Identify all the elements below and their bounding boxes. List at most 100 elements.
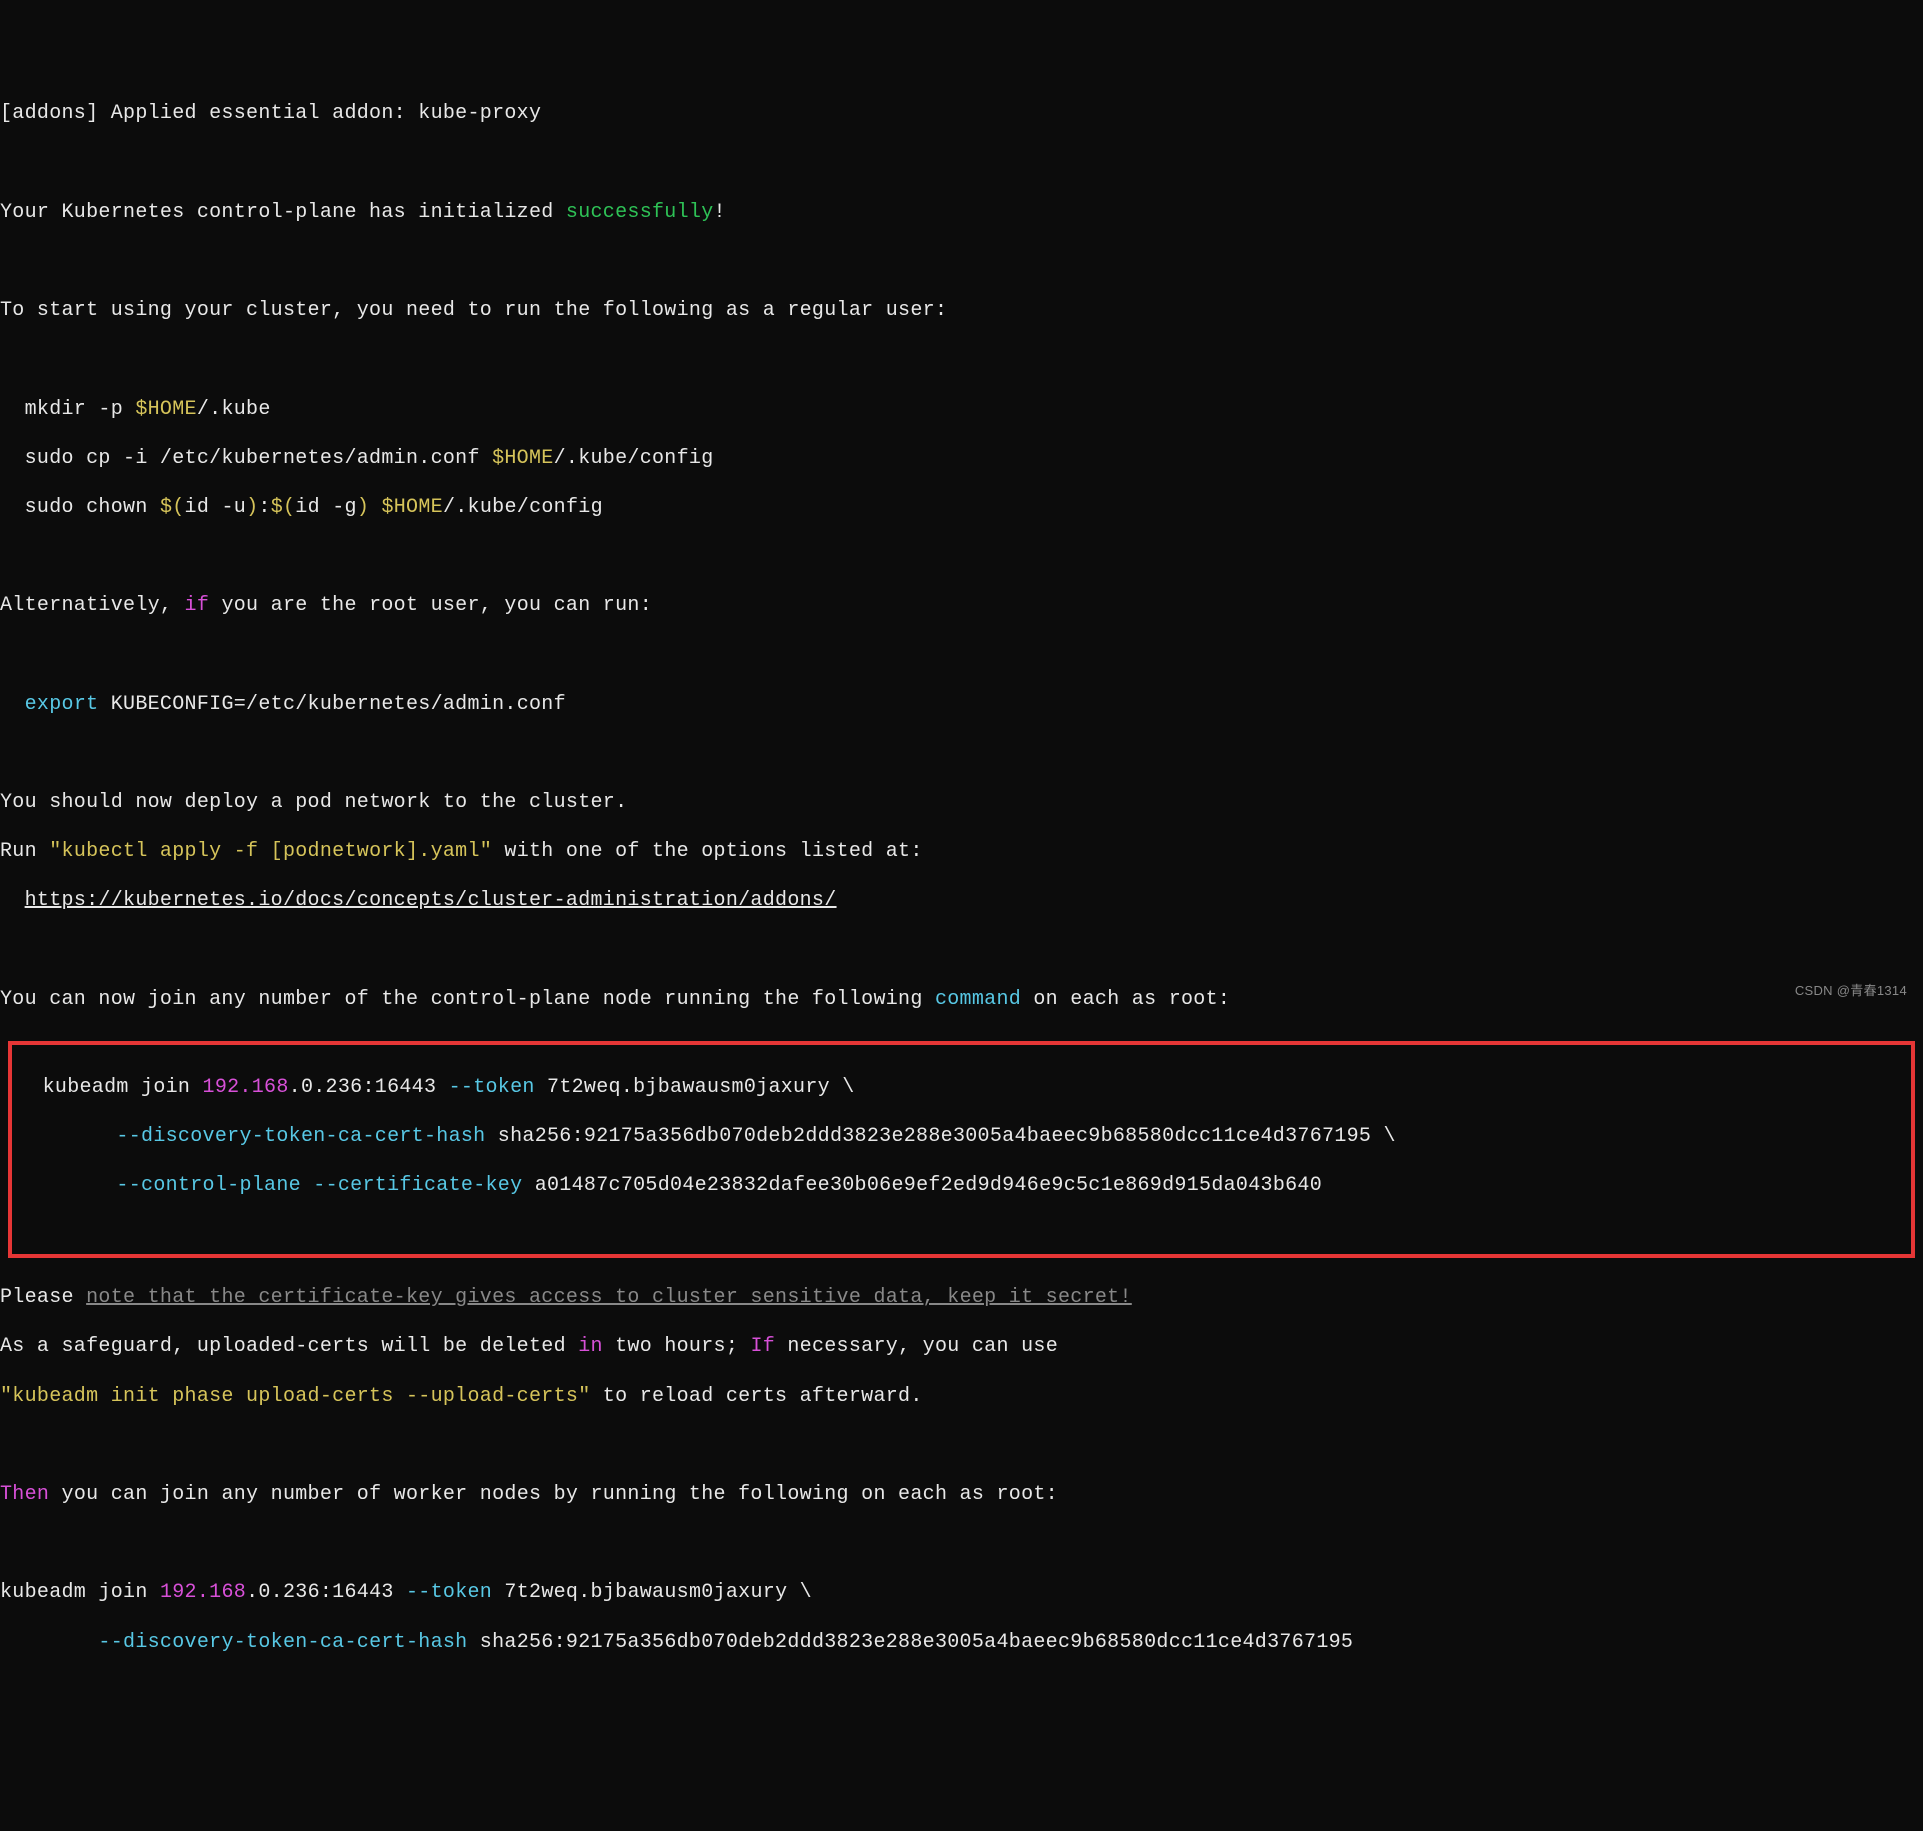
quoted-text: "kubectl apply -f [podnetwork].yaml" xyxy=(49,840,492,863)
text: : xyxy=(258,496,270,519)
text: sha256:92175a356db070deb2ddd3823e288e300… xyxy=(485,1125,1395,1148)
flag-control-plane: --control-plane xyxy=(116,1174,301,1197)
keyword-export: export xyxy=(25,693,99,716)
worker-join-line-1: kubeadm join 192.168.0.236:16443 --token… xyxy=(0,1581,1923,1606)
home-var: $HOME xyxy=(381,496,443,519)
docs-link[interactable]: https://kubernetes.io/docs/concepts/clus… xyxy=(25,889,837,912)
join-command-line-3: --control-plane --certificate-key a01487… xyxy=(18,1174,1905,1199)
indent xyxy=(0,693,25,716)
terminal-line-url: https://kubernetes.io/docs/concepts/clus… xyxy=(0,889,1923,914)
text: sha256:92175a356db070deb2ddd3823e288e300… xyxy=(467,1631,1353,1654)
text: necessary, you can use xyxy=(775,1335,1058,1358)
text: Alternatively, xyxy=(0,594,185,617)
text: You can now join any number of the contr… xyxy=(0,988,935,1011)
text: 7t2weq.bjbawausm0jaxury \ xyxy=(535,1076,855,1099)
text: kubeadm join xyxy=(0,1581,160,1604)
keyword-if: if xyxy=(185,594,210,617)
join-command-line-1: kubeadm join 192.168.0.236:16443 --token… xyxy=(18,1076,1905,1101)
blank-line xyxy=(0,348,1923,373)
flag-token: --token xyxy=(406,1581,492,1604)
text: Run xyxy=(0,840,49,863)
keyword-if: If xyxy=(750,1335,775,1358)
text: KUBECONFIG=/etc/kubernetes/admin.conf xyxy=(98,693,565,716)
subshell-close: ) xyxy=(246,496,258,519)
home-var: $HOME xyxy=(492,447,554,470)
blank-line xyxy=(0,1532,1923,1557)
subshell-open: $( xyxy=(160,496,185,519)
subshell-close: ) xyxy=(357,496,369,519)
indent xyxy=(0,1631,98,1654)
blank-line xyxy=(18,1223,1905,1248)
terminal-line-export: export KUBECONFIG=/etc/kubernetes/admin.… xyxy=(0,693,1923,718)
terminal-line-reload: "kubeadm init phase upload-certs --uploa… xyxy=(0,1385,1923,1410)
terminal-line-deploy: You should now deploy a pod network to t… xyxy=(0,791,1923,816)
text: .0.236:16443 xyxy=(289,1076,449,1099)
indent xyxy=(0,889,25,912)
text: sudo cp -i /etc/kubernetes/admin.conf xyxy=(0,447,492,470)
text: you are the root user, you can run: xyxy=(209,594,652,617)
text: sudo chown xyxy=(0,496,160,519)
text: Please xyxy=(0,1286,86,1309)
terminal-line-chown: sudo chown $(id -u):$(id -g) $HOME/.kube… xyxy=(0,496,1923,521)
blank-line xyxy=(0,643,1923,668)
terminal-line-apply: Run "kubectl apply -f [podnetwork].yaml"… xyxy=(0,840,1923,865)
blank-line xyxy=(0,545,1923,570)
terminal-line-instruction: To start using your cluster, you need to… xyxy=(0,299,1923,324)
flag-discovery-hash: --discovery-token-ca-cert-hash xyxy=(98,1631,467,1654)
flag-token: --token xyxy=(449,1076,535,1099)
quoted-text: "kubeadm init phase upload-certs --uploa… xyxy=(0,1385,591,1408)
blank-line xyxy=(0,152,1923,177)
text: on each as root: xyxy=(1021,988,1230,1011)
indent xyxy=(18,1174,116,1197)
text: ! xyxy=(714,201,726,224)
worker-join-line-2: --discovery-token-ca-cert-hash sha256:92… xyxy=(0,1631,1923,1656)
text: /.kube/config xyxy=(554,447,714,470)
subshell-open: $( xyxy=(271,496,296,519)
home-var: $HOME xyxy=(135,398,197,421)
text: /.kube/config xyxy=(443,496,603,519)
flag-cert-key: --certificate-key xyxy=(313,1174,522,1197)
ip-part: 192.168 xyxy=(203,1076,289,1099)
terminal-line-alt: Alternatively, if you are the root user,… xyxy=(0,594,1923,619)
keyword-in: in xyxy=(578,1335,603,1358)
blank-line xyxy=(0,250,1923,275)
text: mkdir -p xyxy=(0,398,135,421)
space xyxy=(369,496,381,519)
terminal-line-success: Your Kubernetes control-plane has initia… xyxy=(0,201,1923,226)
terminal-line-note: Please note that the certificate-key giv… xyxy=(0,1286,1923,1311)
text: with one of the options listed at: xyxy=(492,840,923,863)
text: id -u xyxy=(185,496,247,519)
terminal-line-mkdir: mkdir -p $HOME/.kube xyxy=(0,398,1923,423)
indent xyxy=(18,1125,116,1148)
watermark: CSDN @青春1314 xyxy=(1795,983,1907,999)
text: to reload certs afterward. xyxy=(591,1385,923,1408)
text: To start using your cluster, you need to… xyxy=(0,299,947,322)
note-text: note that the certificate-key gives acce… xyxy=(86,1286,1132,1309)
text: id -g xyxy=(295,496,357,519)
success-text: successfully xyxy=(566,201,714,224)
text: .0.236:16443 xyxy=(246,1581,406,1604)
text: two hours; xyxy=(603,1335,751,1358)
text: As a safeguard, uploaded-certs will be d… xyxy=(0,1335,578,1358)
text: /.kube xyxy=(197,398,271,421)
keyword-command: command xyxy=(935,988,1021,1011)
join-command-line-2: --discovery-token-ca-cert-hash sha256:92… xyxy=(18,1125,1905,1150)
space xyxy=(301,1174,313,1197)
ip-part: 192.168 xyxy=(160,1581,246,1604)
blank-line xyxy=(0,1434,1923,1459)
text: Your Kubernetes control-plane has initia… xyxy=(0,201,566,224)
text: You should now deploy a pod network to t… xyxy=(0,791,627,814)
keyword-then: Then xyxy=(0,1483,49,1506)
flag-discovery-hash: --discovery-token-ca-cert-hash xyxy=(116,1125,485,1148)
blank-line xyxy=(0,939,1923,964)
terminal-line-cp: sudo cp -i /etc/kubernetes/admin.conf $H… xyxy=(0,447,1923,472)
text: 7t2weq.bjbawausm0jaxury \ xyxy=(492,1581,812,1604)
text: you can join any number of worker nodes … xyxy=(49,1483,1058,1506)
blank-line xyxy=(0,742,1923,767)
text: [addons] Applied essential addon: kube-p… xyxy=(0,102,541,125)
text: a01487c705d04e23832dafee30b06e9ef2ed9d94… xyxy=(522,1174,1322,1197)
terminal-line-join-intro: You can now join any number of the contr… xyxy=(0,988,1923,1013)
highlighted-join-command-box: kubeadm join 192.168.0.236:16443 --token… xyxy=(8,1041,1915,1258)
terminal-line-safeguard: As a safeguard, uploaded-certs will be d… xyxy=(0,1335,1923,1360)
terminal-line-addons: [addons] Applied essential addon: kube-p… xyxy=(0,102,1923,127)
